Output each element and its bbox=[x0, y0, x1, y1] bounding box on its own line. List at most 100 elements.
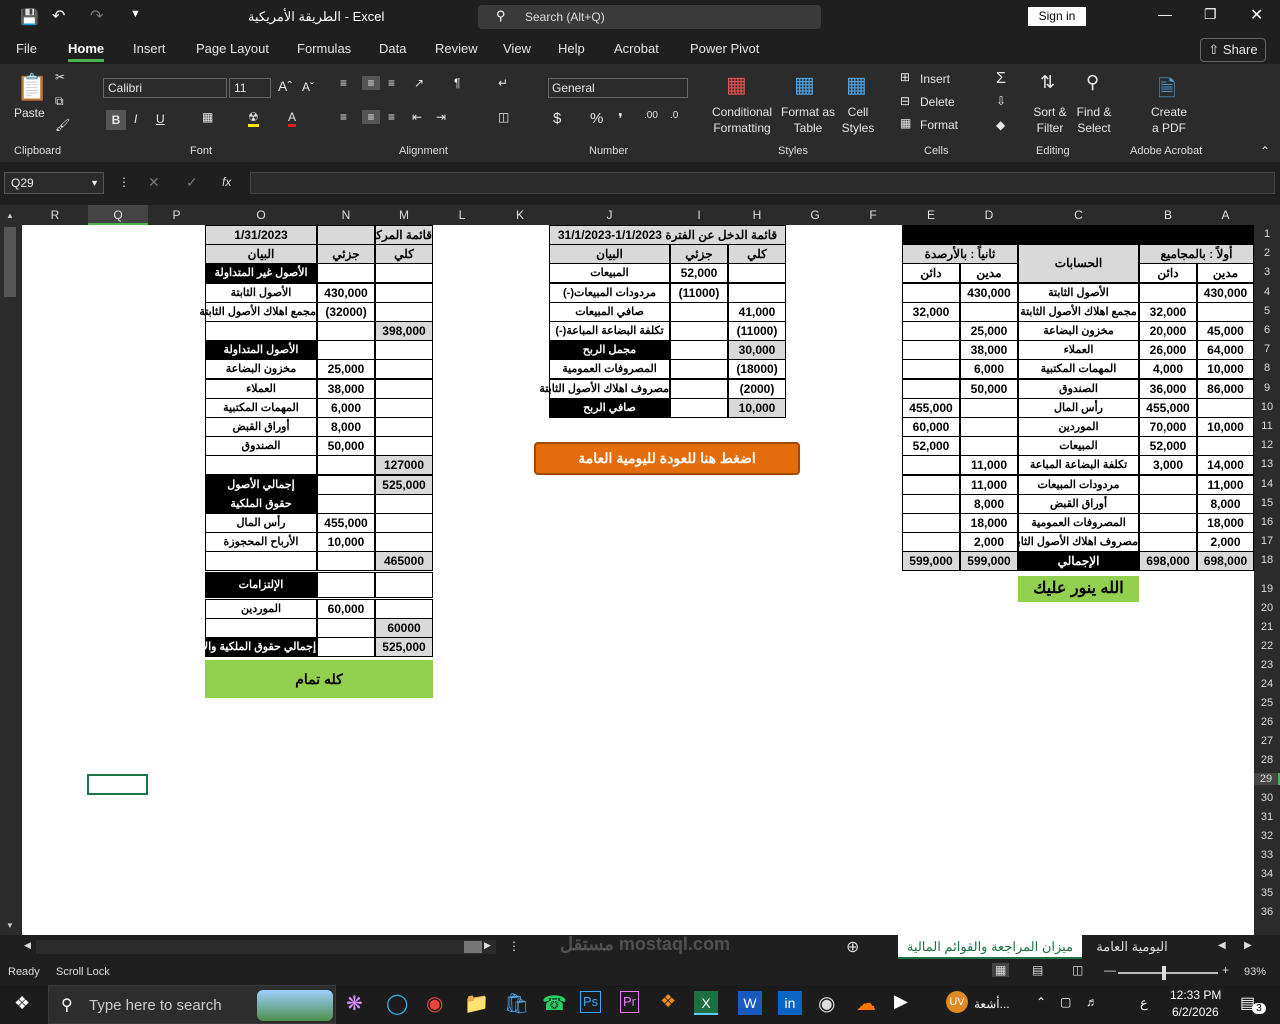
row-header[interactable]: 18 bbox=[1254, 554, 1280, 566]
trial-header-credit[interactable]: دائن bbox=[1139, 263, 1197, 284]
enter-icon[interactable]: ✓ bbox=[186, 174, 198, 191]
page-break-view-icon[interactable]: ◫ bbox=[1072, 963, 1083, 977]
col-header-b[interactable]: B bbox=[1139, 208, 1197, 222]
col-header-k[interactable]: K bbox=[491, 208, 549, 222]
row-header[interactable]: 24 bbox=[1254, 678, 1280, 690]
store-icon[interactable]: 🛍 bbox=[504, 991, 529, 1019]
balance-total-cell[interactable] bbox=[375, 599, 433, 619]
trial-cell[interactable]: 6,000 bbox=[960, 359, 1018, 380]
tab-insert[interactable]: Insert bbox=[133, 41, 166, 56]
hscroll-left-icon[interactable]: ◀ bbox=[24, 940, 31, 951]
row-header[interactable]: 12 bbox=[1254, 439, 1280, 451]
trial-cell[interactable]: 11,000 bbox=[1197, 474, 1254, 495]
trial-account-cell[interactable]: الصندوق bbox=[1018, 378, 1139, 399]
cell-styles-button[interactable]: Cell Styles bbox=[836, 104, 880, 136]
row-header[interactable]: 19 bbox=[1254, 583, 1280, 595]
zoom-slider[interactable] bbox=[1118, 966, 1218, 980]
trial-cell[interactable] bbox=[1197, 436, 1254, 457]
borders-icon[interactable]: ▦ bbox=[202, 110, 213, 124]
worksheet-grid[interactable]: أولاً : بالمجاميع ثانياً : بالأرصدة الحساب… bbox=[22, 225, 1254, 935]
balance-item-cell[interactable] bbox=[205, 321, 317, 341]
tab-page-layout[interactable]: Page Layout bbox=[196, 41, 269, 56]
comma-icon[interactable]: ❜ bbox=[618, 110, 623, 128]
format-painter-icon[interactable]: 🖌 bbox=[55, 118, 70, 132]
trial-total[interactable]: 698,000 bbox=[1139, 551, 1197, 572]
row-header[interactable]: 9 bbox=[1254, 382, 1280, 394]
balance-part-cell[interactable]: 38,000 bbox=[317, 378, 375, 399]
balance-item-cell[interactable] bbox=[205, 551, 317, 572]
align-top-icon[interactable]: ≡ bbox=[340, 76, 347, 90]
save-icon[interactable]: 💾 bbox=[20, 8, 39, 26]
balance-total-cell[interactable] bbox=[375, 513, 433, 533]
sheet-tab-journal[interactable]: اليومية العامة bbox=[1086, 935, 1178, 959]
income-total-cell[interactable]: (11000) bbox=[728, 321, 786, 341]
balance-total-cell[interactable] bbox=[375, 282, 433, 303]
trial-header-debit-2[interactable]: مدين bbox=[960, 263, 1018, 284]
balance-part-cell[interactable]: 10,000 bbox=[317, 532, 375, 553]
trial-cell[interactable]: 20,000 bbox=[1139, 321, 1197, 341]
copy-icon[interactable]: ⧉ bbox=[55, 94, 64, 109]
more-icon[interactable]: ⋮ bbox=[118, 175, 130, 189]
row-header[interactable]: 34 bbox=[1254, 868, 1280, 880]
income-part-cell[interactable]: (11000) bbox=[670, 282, 728, 303]
word-taskbar-icon[interactable]: W bbox=[738, 991, 762, 1015]
tab-prev-icon[interactable]: ◀ bbox=[1218, 940, 1226, 951]
income-item-cell[interactable]: مصروف اهلاك الأصول الثابتة bbox=[539, 378, 670, 399]
col-header-m[interactable]: M bbox=[375, 208, 433, 222]
row-header[interactable]: 7 bbox=[1254, 343, 1280, 355]
tab-formulas[interactable]: Formulas bbox=[297, 41, 351, 56]
trial-account-cell[interactable]: أوراق القبض bbox=[1018, 493, 1139, 514]
row-header[interactable]: 11 bbox=[1254, 420, 1280, 432]
row-header[interactable]: 3 bbox=[1254, 266, 1280, 278]
row-header[interactable]: 25 bbox=[1254, 697, 1280, 709]
tray-volume-icon[interactable]: ♬ bbox=[1086, 995, 1098, 1009]
income-part-cell[interactable]: 52,000 bbox=[670, 263, 728, 284]
income-total-cell[interactable] bbox=[728, 282, 786, 303]
tab-options-icon[interactable]: ⋮ bbox=[508, 939, 520, 953]
cut-icon[interactable]: ✂ bbox=[55, 70, 65, 84]
trial-cell[interactable]: 8,000 bbox=[960, 493, 1018, 514]
trial-cell[interactable]: 455,000 bbox=[902, 397, 960, 418]
trial-cell[interactable]: 86,000 bbox=[1197, 378, 1254, 399]
sort-filter-button[interactable]: Sort & Filter bbox=[1030, 104, 1070, 136]
balance-item-cell[interactable]: رأس المال bbox=[205, 513, 317, 533]
balance-total-cell[interactable]: 127000 bbox=[375, 455, 433, 476]
delete-cells-button[interactable]: Delete bbox=[920, 95, 955, 109]
trial-cell[interactable]: 60,000 bbox=[902, 417, 960, 437]
back-to-journal-button[interactable]: اضغط هنا للعودة لليومية العامة bbox=[534, 442, 800, 475]
trial-total-label[interactable]: الإجمالي bbox=[1018, 551, 1139, 572]
page-layout-view-icon[interactable]: ▤ bbox=[1032, 963, 1043, 977]
linkedin-icon[interactable]: in bbox=[778, 991, 802, 1015]
hscroll-right-icon[interactable]: ▶ bbox=[484, 940, 491, 951]
find-select-icon[interactable]: ⚲ bbox=[1086, 72, 1099, 93]
col-header-e[interactable]: E bbox=[902, 208, 960, 222]
col-header-h[interactable]: H bbox=[728, 208, 786, 222]
scroll-thumb[interactable] bbox=[4, 227, 16, 297]
balance-item-cell[interactable]: العملاء bbox=[205, 378, 317, 399]
row-header[interactable]: 17 bbox=[1254, 535, 1280, 547]
scroll-down-icon[interactable]: ▼ bbox=[6, 921, 14, 930]
balance-part-cell[interactable] bbox=[317, 493, 375, 514]
trial-cell[interactable]: 36,000 bbox=[1139, 378, 1197, 399]
number-format-select[interactable]: General bbox=[548, 78, 688, 98]
decrease-indent-icon[interactable]: ⇤ bbox=[412, 110, 422, 124]
balance-total-cell[interactable] bbox=[375, 263, 433, 284]
trial-cell[interactable]: 18,000 bbox=[960, 513, 1018, 533]
obs-icon[interactable]: ◉ bbox=[818, 991, 835, 1019]
tab-view[interactable]: View bbox=[503, 41, 531, 56]
trial-cell[interactable] bbox=[1139, 493, 1197, 514]
trial-cell[interactable]: 32,000 bbox=[1139, 301, 1197, 322]
row-header[interactable]: 36 bbox=[1254, 906, 1280, 918]
balance-total-cell[interactable]: 60000 bbox=[375, 618, 433, 638]
tab-help[interactable]: Help bbox=[558, 41, 585, 56]
search-box[interactable]: ⚲ Search (Alt+Q) bbox=[478, 5, 821, 29]
row-header[interactable]: 35 bbox=[1254, 887, 1280, 899]
income-part-cell[interactable] bbox=[670, 378, 728, 399]
income-item-cell[interactable]: المصروفات العمومية bbox=[549, 359, 670, 380]
income-total-cell[interactable]: 41,000 bbox=[728, 301, 786, 322]
trial-cell[interactable] bbox=[960, 417, 1018, 437]
balance-total-cell[interactable] bbox=[375, 359, 433, 380]
balance-item-cell[interactable]: حقوق الملكية bbox=[205, 493, 317, 514]
conditional-formatting-button[interactable]: Conditional Formatting bbox=[704, 104, 780, 136]
trial-cell[interactable]: 64,000 bbox=[1197, 340, 1254, 361]
